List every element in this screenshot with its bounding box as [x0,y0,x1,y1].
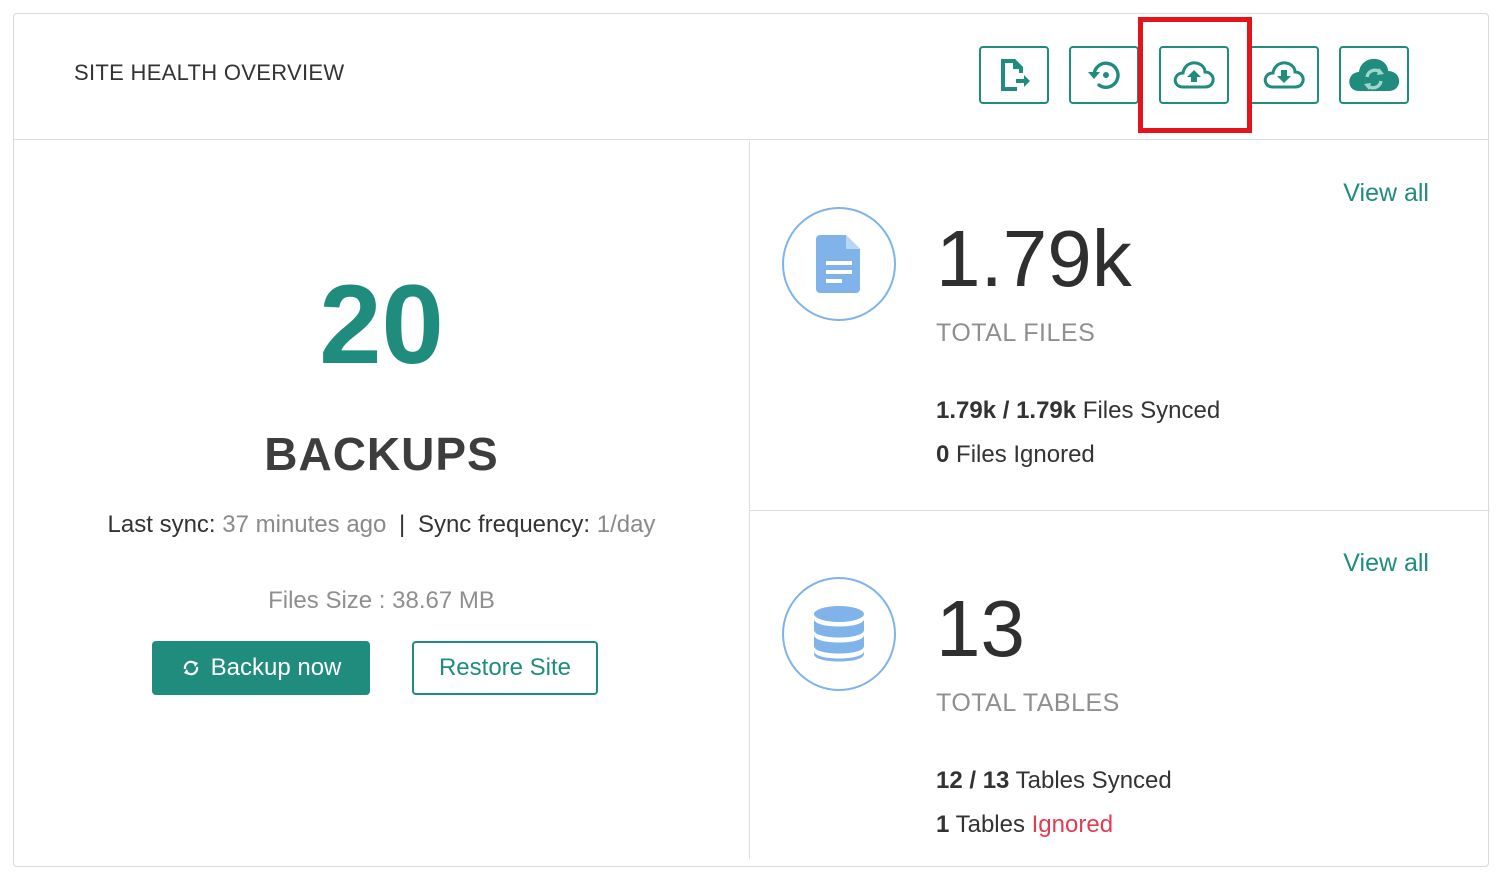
backups-pane: 20 BACKUPS Last sync: 37 minutes ago | S… [14,141,749,868]
tables-view-all-link[interactable]: View all [1343,549,1429,578]
card-title: SITE HEALTH OVERVIEW [74,60,345,85]
files-ignored-line: 0 Files Ignored [936,441,1095,469]
cloud-upload-button[interactable] [1159,46,1229,104]
files-synced-text: Files Synced [1082,397,1221,424]
files-synced-line: 1.79k / 1.79k Files Synced [936,397,1220,425]
tables-ignored-count: 1 [936,811,950,838]
last-sync-value: 37 minutes ago [222,511,387,538]
file-export-icon [1001,59,1030,91]
total-tables-label: TOTAL TABLES [936,689,1120,717]
backup-now-label: Backup now [210,654,342,681]
refresh-icon [183,660,198,676]
files-view-all-link[interactable]: View all [1343,179,1429,208]
site-health-card: SITE HEALTH OVERVIEW 20 BACKUPS Last syn… [13,13,1490,868]
restore-history-button[interactable] [1069,46,1139,104]
total-files-value: 1.79k [936,214,1132,303]
files-synced-count: 1.79k / 1.79k [936,397,1077,424]
backup-count: 20 [319,262,444,387]
cloud-download-icon [1263,61,1305,89]
restore-history-icon [1088,61,1120,89]
backup-now-button[interactable]: Backup now [152,641,370,695]
tables-synced-text: Tables Synced [1015,767,1172,794]
total-files-label: TOTAL FILES [936,319,1096,347]
sync-separator: | [399,511,406,538]
tables-icon-circle [782,577,896,691]
total-tables-value: 13 [936,584,1025,673]
tables-ignored-line: 1 Tables Ignored [936,811,1113,839]
document-icon [816,235,860,293]
sync-frequency-label: Sync frequency: [417,511,591,538]
sync-info: Last sync: 37 minutes ago | Sync frequen… [14,511,749,539]
cloud-sync-icon [1349,58,1400,91]
tables-ignored-status: Ignored [1031,811,1114,838]
files-ignored-count: 0 [936,441,950,468]
cloud-upload-icon [1173,61,1215,89]
files-stat-panel: View all 1.79k TOTAL FILES 1.79k / 1.79k… [750,141,1490,510]
cloud-download-button[interactable] [1249,46,1319,104]
tables-synced-count: 12 / 13 [936,767,1010,794]
export-button[interactable] [979,46,1049,104]
tables-synced-line: 12 / 13 Tables Synced [936,767,1172,795]
files-icon-circle [782,207,896,321]
files-ignored-text: Files Ignored [956,441,1095,468]
cloud-sync-button[interactable] [1339,46,1409,104]
sync-frequency-value: 1/day [596,511,656,538]
tables-ignored-text: Tables [955,811,1025,838]
backup-label: BACKUPS [264,428,499,480]
last-sync-label: Last sync: [107,511,216,538]
files-size: Files Size : 38.67 MB [268,587,495,614]
card-header: SITE HEALTH OVERVIEW [14,14,1488,140]
restore-site-button[interactable]: Restore Site [412,641,598,695]
database-icon [814,606,864,662]
tables-stat-panel: View all 13 TOTAL TABLES 12 / 13 Tables … [750,511,1490,880]
